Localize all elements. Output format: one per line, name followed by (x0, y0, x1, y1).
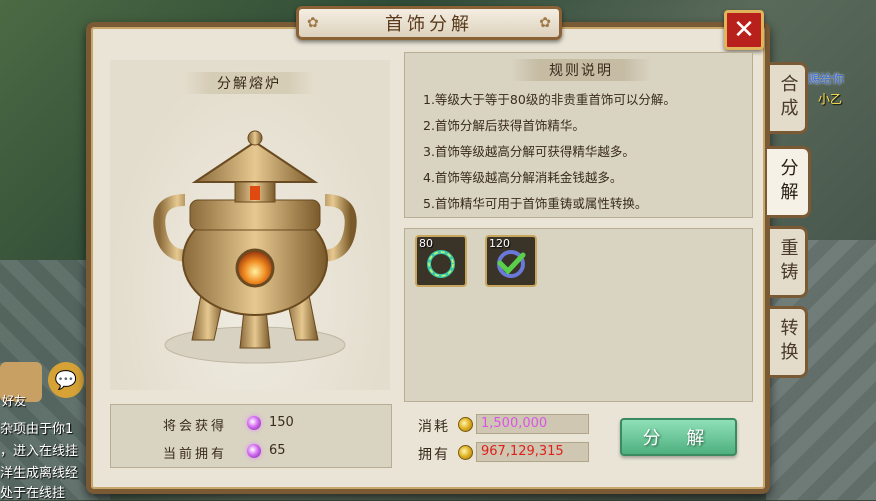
tab-decompose[interactable]: 分解 (767, 146, 811, 218)
decompose-button[interactable]: 分 解 (620, 418, 737, 456)
consume-label: 消耗 (418, 419, 450, 435)
jewelry-slot[interactable]: 80 (415, 235, 467, 287)
friends-label: 好友 (2, 394, 27, 408)
own-value: 65 (269, 443, 286, 458)
essence-gem-icon (247, 444, 261, 458)
chat-line: 处于在线挂 (0, 486, 66, 501)
tab-recast[interactable]: 重铸 (770, 226, 808, 298)
rules-panel: 规则说明 1.等级大于等于80级的非贵重首饰可以分解。 2.首饰分解后获得首饰精… (404, 52, 753, 218)
essence-summary: 将会获得 150 当前拥有 65 (110, 404, 392, 468)
rule-item: 2.首饰分解后获得首饰精华。 (423, 118, 585, 133)
own-label: 当前拥有 (163, 447, 228, 462)
window-title: 首饰分解 (385, 14, 473, 35)
close-button[interactable]: ✕ (724, 10, 764, 50)
npc-name-label: 赐给你 (808, 72, 845, 86)
jewelry-grid: 80 120 (404, 228, 753, 402)
bracelet-checked-icon (497, 250, 526, 278)
gain-label: 将会获得 (163, 419, 228, 434)
rule-item: 1.等级大于等于80级的非贵重首饰可以分解。 (423, 92, 676, 107)
rules-title: 规则说明 (511, 59, 651, 81)
chat-line: 杂项由于你1 (0, 422, 74, 437)
chat-line: 洋生成离线经 (0, 466, 79, 481)
tab-synthesize[interactable]: 合成 (770, 62, 808, 134)
own-gold-value: 967,129,315 (476, 442, 589, 462)
window-title-plate: 首饰分解 (296, 6, 562, 40)
jewelry-slot[interactable]: 120 (485, 235, 537, 287)
bracelet-icon (427, 250, 455, 278)
gold-coin-icon (458, 417, 473, 432)
tab-convert[interactable]: 转换 (770, 306, 808, 378)
furnace-label: 分解熔炉 (184, 72, 314, 94)
consume-value: 1,500,000 (476, 414, 589, 434)
rule-item: 5.首饰精华可用于首饰重铸或属性转换。 (423, 196, 648, 211)
own-gold-label: 拥有 (418, 447, 450, 463)
gain-value: 150 (269, 415, 294, 430)
rule-item: 3.首饰等级越高分解可获得精华越多。 (423, 144, 635, 159)
npc-name-label-2: 小乙 (818, 92, 843, 106)
chat-line: ，进入在线挂 (0, 444, 79, 459)
essence-gem-icon (247, 416, 261, 430)
rule-item: 4.首饰等级越高分解消耗金钱越多。 (423, 170, 623, 185)
furnace-icon (153, 130, 357, 364)
gold-coin-icon (458, 445, 473, 460)
chat-icon[interactable]: 💬 (48, 362, 84, 398)
